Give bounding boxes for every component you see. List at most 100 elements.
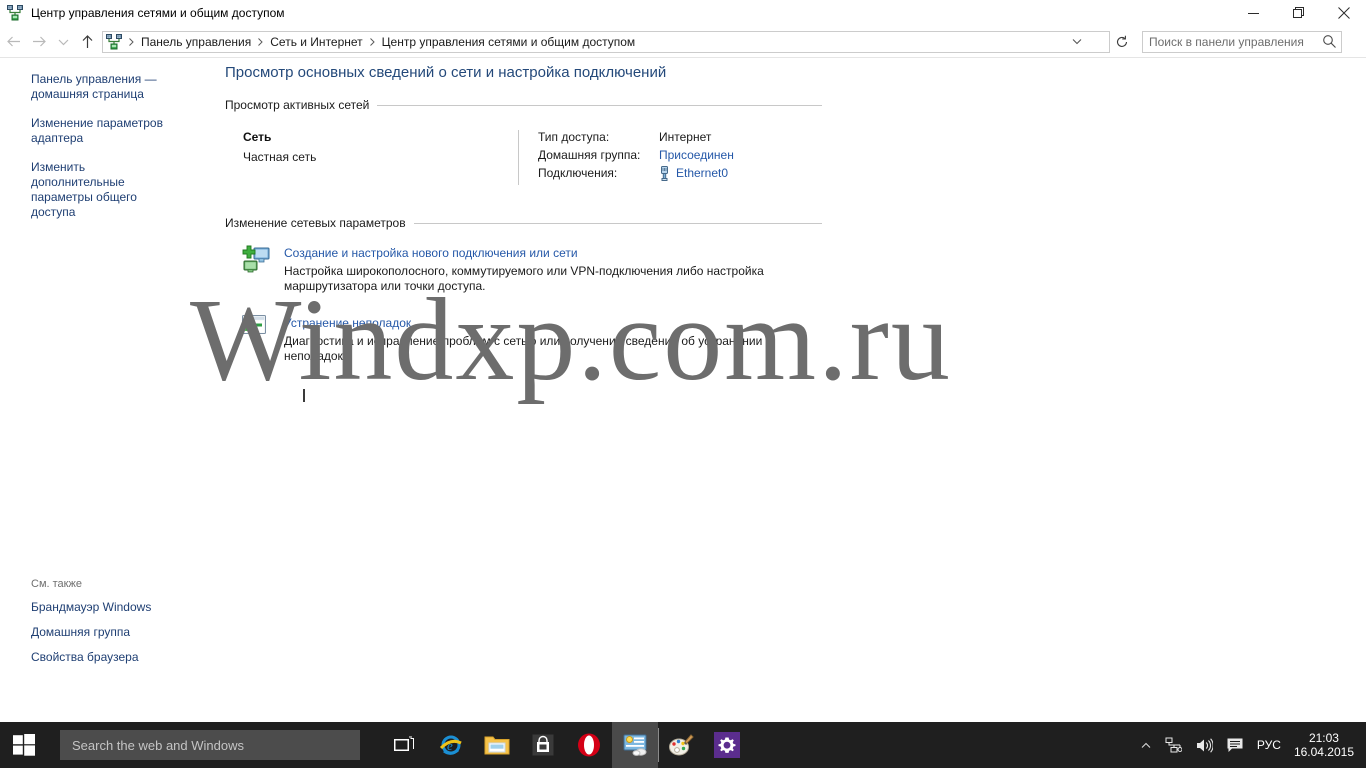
- taskbar-search-box[interactable]: Search the web and Windows: [60, 730, 360, 760]
- breadcrumb-network-and-internet[interactable]: Сеть и Интернет: [267, 35, 365, 49]
- task-setup-new-connection: Создание и настройка нового подключения …: [242, 244, 822, 294]
- text-caret: [303, 389, 305, 402]
- homegroup-row: Домашняя группа: Присоединен: [538, 148, 734, 162]
- minimize-button[interactable]: [1231, 0, 1276, 26]
- connections-label: Подключения:: [538, 166, 618, 180]
- active-networks-heading-text: Просмотр активных сетей: [225, 98, 370, 112]
- see-also-windows-firewall[interactable]: Брандмауэр Windows: [0, 600, 222, 614]
- task-link-setup-new-connection[interactable]: Создание и настройка нового подключения …: [284, 246, 578, 260]
- sidebar: Панель управления — домашняя страница Из…: [0, 58, 222, 722]
- taskbar-search-placeholder: Search the web and Windows: [72, 737, 244, 753]
- troubleshoot-icon: [242, 314, 274, 364]
- taskbar: Search the web and Windows e РУС 21:03 1…: [0, 722, 1366, 768]
- task-view-button[interactable]: [382, 722, 428, 768]
- window-titlebar: Центр управления сетями и общим доступом: [0, 0, 1366, 26]
- paint-button[interactable]: [658, 722, 704, 768]
- new-connection-icon: [242, 244, 274, 294]
- address-toolbar: Панель управления Сеть и Интернет Центр …: [0, 26, 1366, 58]
- connections-value-link[interactable]: Ethernet0: [676, 166, 728, 181]
- see-also-homegroup[interactable]: Домашняя группа: [0, 625, 222, 639]
- page-body: Панель управления — домашняя страница Из…: [0, 58, 1366, 722]
- show-hidden-icons-icon[interactable]: [1134, 722, 1158, 768]
- change-network-settings-heading: Изменение сетевых параметров: [225, 216, 822, 230]
- opera-button[interactable]: [566, 722, 612, 768]
- file-explorer-icon: [484, 734, 510, 756]
- clock-date: 16.04.2015: [1293, 745, 1354, 759]
- address-dropdown-chevron-down-icon[interactable]: [1067, 32, 1087, 52]
- homegroup-value-link[interactable]: Присоединен: [659, 148, 734, 162]
- window-title: Центр управления сетями и общим доступом: [31, 6, 285, 20]
- sidebar-item-change-adapter-settings[interactable]: Изменение параметров адаптера: [0, 116, 200, 146]
- clock[interactable]: 21:03 16.04.2015: [1288, 731, 1366, 759]
- network-name: Сеть: [243, 130, 272, 144]
- network-identity: Сеть Частная сеть: [240, 130, 518, 185]
- internet-explorer-button[interactable]: e: [428, 722, 474, 768]
- refresh-icon[interactable]: [1110, 31, 1134, 53]
- windows-logo-icon: [13, 734, 35, 756]
- see-also-internet-options[interactable]: Свойства браузера: [0, 650, 222, 664]
- sidebar-item-control-panel-home[interactable]: Панель управления — домашняя страница: [0, 72, 200, 102]
- system-tray: РУС 21:03 16.04.2015: [1134, 722, 1366, 768]
- back-arrow-icon[interactable]: [0, 30, 26, 54]
- section-divider: [377, 104, 822, 106]
- gear-icon: [714, 732, 740, 758]
- internet-explorer-icon: e: [438, 732, 464, 758]
- active-network-row: Сеть Частная сеть Тип доступа: Интернет …: [240, 130, 822, 185]
- network-details: Тип доступа: Интернет Домашняя группа: П…: [518, 130, 734, 185]
- clock-time: 21:03: [1308, 731, 1339, 745]
- search-control-panel-box[interactable]: [1142, 30, 1342, 53]
- breadcrumb-separator-icon: [366, 37, 379, 46]
- search-input[interactable]: [1143, 34, 1315, 49]
- task-link-troubleshoot[interactable]: Устранение неполадок: [284, 316, 411, 330]
- access-type-row: Тип доступа: Интернет: [538, 130, 734, 144]
- language-indicator[interactable]: РУС: [1250, 722, 1288, 768]
- see-also-title: См. также: [31, 578, 82, 590]
- section-divider: [413, 222, 822, 224]
- breadcrumb-separator-icon: [254, 37, 267, 46]
- task-description: Диагностика и исправление проблем с сеть…: [284, 334, 763, 363]
- task-view-icon: [394, 736, 416, 754]
- settings-button[interactable]: [704, 722, 750, 768]
- network-sharing-icon: [622, 733, 648, 757]
- search-icon[interactable]: [1322, 34, 1337, 49]
- up-arrow-icon[interactable]: [74, 30, 100, 54]
- task-troubleshoot: Устранение неполадок Диагностика и испра…: [242, 314, 822, 364]
- homegroup-label: Домашняя группа:: [538, 148, 641, 162]
- page-title: Просмотр основных сведений о сети и наст…: [225, 64, 667, 81]
- store-icon: [532, 734, 554, 756]
- svg-text:e: e: [447, 738, 453, 753]
- forward-arrow-icon[interactable]: [26, 30, 52, 54]
- store-button[interactable]: [520, 722, 566, 768]
- action-center-icon[interactable]: [1220, 722, 1250, 768]
- network-sharing-icon: [106, 33, 122, 50]
- network-settings-section: Изменение сетевых параметров Создание и …: [222, 216, 822, 364]
- breadcrumb-control-panel[interactable]: Панель управления: [138, 35, 254, 49]
- sidebar-item-change-advanced-sharing-settings[interactable]: Изменить дополнительные параметры общего…: [0, 160, 200, 220]
- network-icon[interactable]: [1158, 722, 1189, 768]
- task-body: Создание и настройка нового подключения …: [274, 244, 814, 294]
- opera-icon: [577, 733, 601, 757]
- access-type-label: Тип доступа:: [538, 130, 610, 144]
- maximize-button[interactable]: [1276, 0, 1321, 26]
- network-type: Частная сеть: [243, 150, 317, 164]
- taskbar-buttons: e: [382, 722, 750, 768]
- task-description: Настройка широкополосного, коммутируемог…: [284, 264, 764, 293]
- change-network-settings-heading-text: Изменение сетевых параметров: [225, 216, 406, 230]
- speaker-icon[interactable]: [1189, 722, 1220, 768]
- see-also-section: См. также Брандмауэр Windows Домашняя гр…: [0, 578, 222, 675]
- task-body: Устранение неполадок Диагностика и испра…: [274, 314, 814, 364]
- window-controls: [1231, 0, 1366, 26]
- file-explorer-button[interactable]: [474, 722, 520, 768]
- breadcrumb-separator-icon: [125, 37, 138, 46]
- main-content: Просмотр основных сведений о сети и наст…: [222, 58, 822, 364]
- close-button[interactable]: [1321, 0, 1366, 26]
- control-panel-button[interactable]: [612, 722, 659, 768]
- access-type-value: Интернет: [659, 130, 712, 144]
- address-bar[interactable]: Панель управления Сеть и Интернет Центр …: [102, 30, 1110, 53]
- breadcrumb-network-and-sharing-center[interactable]: Центр управления сетями и общим доступом: [379, 35, 639, 49]
- network-sharing-icon: [7, 5, 23, 21]
- active-networks-heading: Просмотр активных сетей: [225, 98, 822, 112]
- start-button[interactable]: [0, 722, 48, 768]
- recent-locations-chevron-down-icon[interactable]: [52, 30, 74, 54]
- paint-icon: [668, 733, 694, 757]
